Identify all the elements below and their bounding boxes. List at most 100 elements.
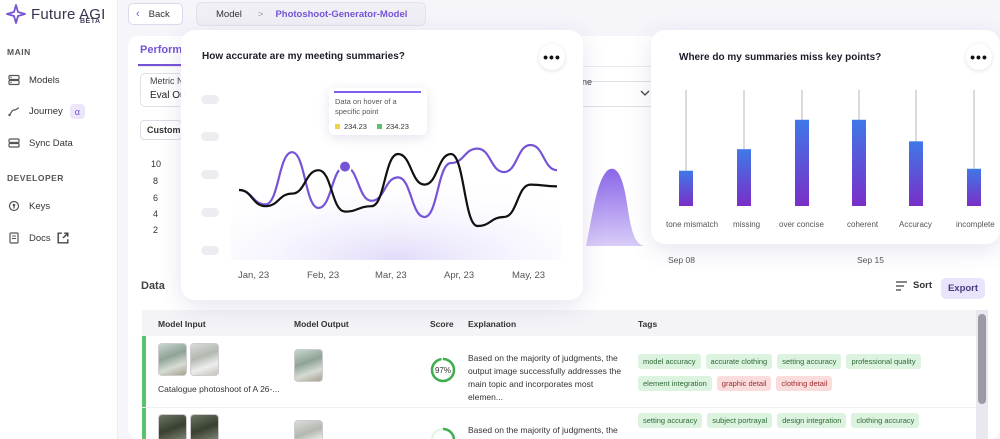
alpha-badge: α xyxy=(69,104,85,119)
time-label: ne xyxy=(582,77,593,87)
section-developer-label: DEVELOPER xyxy=(7,173,64,183)
tag-chip[interactable]: clothing detail xyxy=(776,376,833,391)
sidebar-item-sync-data[interactable]: Sync Data xyxy=(8,137,73,149)
chart-tooltip: Data on hover of a specific point 234.23… xyxy=(329,88,427,135)
breadcrumb-current: Photoshoot-Generator-Model xyxy=(275,8,408,20)
tag-chip[interactable]: accurate clothing xyxy=(705,354,773,369)
bar[interactable] xyxy=(679,170,693,206)
sort-label: Sort xyxy=(913,280,932,291)
tooltip-value: 234.23 xyxy=(385,122,409,131)
tag-chip[interactable]: subject portrayal xyxy=(707,413,773,428)
tag-chip[interactable]: graphic detail xyxy=(716,376,772,391)
table-scrollbar[interactable] xyxy=(976,310,988,439)
bar[interactable] xyxy=(737,149,751,206)
explanation-text: Based on the majority of judgments, the … xyxy=(468,353,622,402)
column-header: Model Input xyxy=(158,319,206,329)
x-tick-label: Mar, 23 xyxy=(375,270,407,281)
y-tick: 8 xyxy=(153,176,159,186)
x-tick-label: Feb, 23 xyxy=(307,270,340,281)
input-image-thumbnail[interactable] xyxy=(190,343,219,376)
bar-category-label: coherent xyxy=(847,220,879,229)
external-link-icon xyxy=(57,232,69,244)
chevron-left-icon: ‹ xyxy=(136,8,140,20)
tag-chip[interactable]: setting accuracy xyxy=(777,354,842,369)
tooltip-accent xyxy=(334,91,421,93)
column-header: Explanation xyxy=(468,319,517,329)
sidebar-item-label: Models xyxy=(29,74,60,86)
bar[interactable] xyxy=(909,141,923,206)
tag-chip[interactable]: model accuracy xyxy=(638,354,701,369)
sort-button[interactable]: Sort xyxy=(896,280,932,291)
export-button[interactable]: Export xyxy=(941,278,985,299)
tooltip-value: 234.23 xyxy=(344,122,367,131)
breadcrumb-root[interactable]: Model xyxy=(216,9,242,20)
column-header: Tags xyxy=(638,319,658,329)
row-status-marker xyxy=(142,336,146,407)
breadcrumb-separator: > xyxy=(257,8,264,20)
sidebar: Future AGI BETA MAIN Models Journey α Sy… xyxy=(0,0,118,439)
bar-category-label: tone mismatch xyxy=(666,220,719,229)
data-section-title: Data xyxy=(141,280,165,292)
custom-range-button[interactable]: Custom xyxy=(140,120,182,140)
future-agi-logo-icon xyxy=(6,4,26,24)
output-image-thumbnail[interactable] xyxy=(294,420,323,439)
tag-list: setting accuracy subject portrayal design … xyxy=(638,413,968,435)
sidebar-item-label: Journey xyxy=(29,106,63,117)
back-label: Back xyxy=(148,8,170,20)
input-image-thumbnail[interactable] xyxy=(158,343,187,376)
scrollbar-thumb[interactable] xyxy=(978,314,986,404)
sidebar-item-keys[interactable]: Keys xyxy=(8,200,50,212)
tab-performance[interactable]: Perform xyxy=(140,44,182,56)
tag-chip[interactable]: design integration xyxy=(777,413,847,428)
explanation-text: Based on the majority of judgments, the xyxy=(468,425,618,435)
highlighted-point[interactable] xyxy=(338,159,352,174)
bar-category-label: missing xyxy=(733,220,761,229)
sidebar-item-journey[interactable]: Journey α xyxy=(8,104,85,119)
tooltip-text: Data on hover of a specific point xyxy=(335,97,397,116)
score-value: 97% xyxy=(434,366,451,375)
bar-chart[interactable] xyxy=(651,30,1000,244)
table-row[interactable]: Catalogue photoshoot of A 26-... 97% Bas… xyxy=(142,336,976,408)
bar[interactable] xyxy=(967,168,981,206)
output-image-thumbnail[interactable] xyxy=(294,349,323,382)
sidebar-item-models[interactable]: Models xyxy=(8,74,60,86)
sidebar-item-label: Keys xyxy=(29,200,51,212)
y-tick: 2 xyxy=(153,225,159,235)
key-icon xyxy=(8,200,20,212)
bar[interactable] xyxy=(795,119,809,206)
y-tick: 6 xyxy=(153,193,159,203)
background-area-chart xyxy=(586,168,646,246)
back-button[interactable]: ‹ Back xyxy=(128,3,183,25)
x-tick-label: May, 23 xyxy=(512,270,546,281)
sort-icon xyxy=(896,280,907,291)
metric-label: Metric N xyxy=(150,76,184,86)
y-tick: 4 xyxy=(153,209,159,219)
section-main-label: MAIN xyxy=(7,47,31,57)
date-tick: Sep 08 xyxy=(668,255,695,265)
x-tick-label: Jan, 23 xyxy=(238,270,270,281)
column-header: Model Output xyxy=(294,319,349,329)
y-tick: 10 xyxy=(151,159,162,169)
input-image-thumbnail[interactable] xyxy=(158,414,187,439)
bar-category-label: Accuracy xyxy=(899,220,932,229)
tag-chip[interactable]: element integration xyxy=(638,376,712,391)
input-image-thumbnail[interactable] xyxy=(190,414,219,439)
tag-chip[interactable]: setting accuracy xyxy=(638,413,703,428)
tag-chip[interactable]: clothing accuracy xyxy=(851,413,920,428)
bar-category-label: incomplete xyxy=(956,220,995,229)
column-header: Score xyxy=(430,319,454,329)
sidebar-item-label: Sync Data xyxy=(29,137,73,149)
table-row[interactable]: Based on the majority of judgments, the … xyxy=(142,408,976,439)
sidebar-item-docs[interactable]: Docs xyxy=(8,232,78,244)
legend-swatch xyxy=(376,124,382,129)
input-caption: Catalogue photoshoot of A 26-... xyxy=(158,384,280,394)
breadcrumb: Model > Photoshoot-Generator-Model xyxy=(196,2,426,26)
tooltip-values: 234.23 234.23 xyxy=(335,122,409,131)
line-chart-card: How accurate are my meeting summaries? •… xyxy=(181,30,583,300)
sidebar-item-label: Docs xyxy=(29,232,51,244)
line-chart[interactable] xyxy=(181,30,583,300)
tag-chip[interactable]: professional quality xyxy=(846,354,921,369)
table-header: Model Input Model Output Score Explanati… xyxy=(142,310,976,336)
active-tab-indicator xyxy=(138,64,186,66)
bar[interactable] xyxy=(852,119,866,206)
